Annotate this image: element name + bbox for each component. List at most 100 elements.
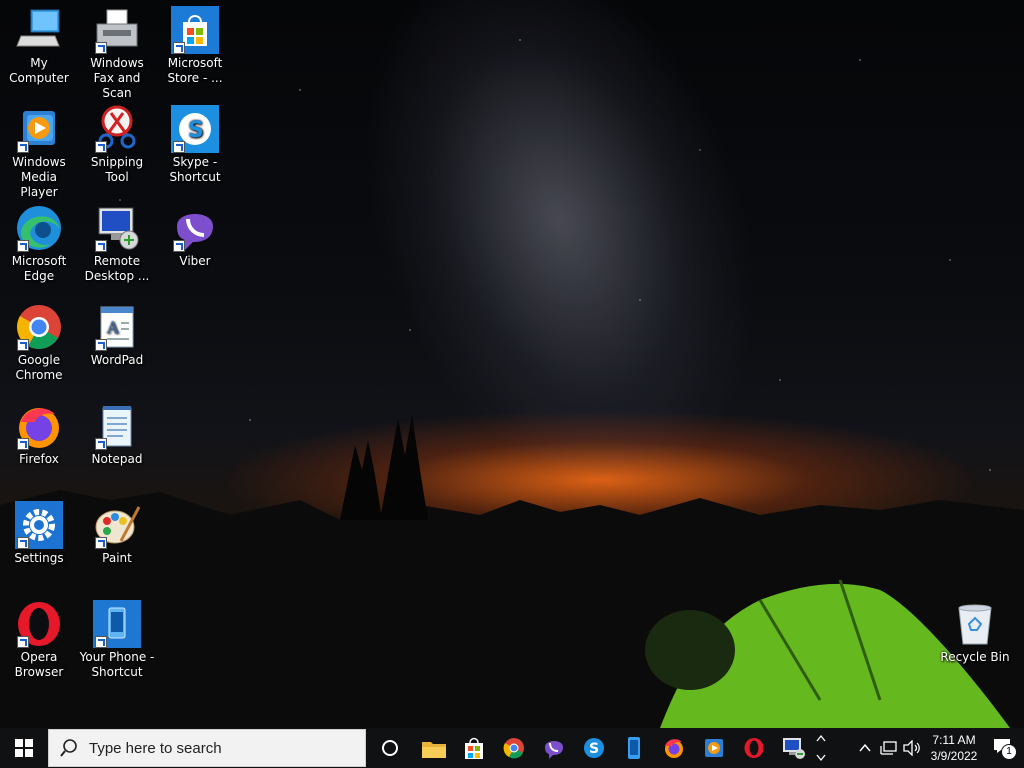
- desktop-icon-windows-fax-and-scan[interactable]: Windows Fax and Scan: [78, 6, 156, 101]
- notification-badge: 1: [1001, 744, 1017, 760]
- phone-icon: [93, 600, 141, 648]
- desktop-icon-label: Your Phone - Shortcut: [79, 650, 155, 679]
- opera-icon: [744, 738, 764, 758]
- desktop-icon-snipping-tool[interactable]: Snipping Tool: [78, 105, 156, 185]
- skype-icon: S: [171, 105, 219, 153]
- desktop-icon-label: Microsoft Edge: [11, 254, 67, 283]
- desktop-icon-firefox[interactable]: Firefox: [0, 402, 78, 467]
- desktop-icon-settings[interactable]: Settings: [0, 501, 78, 566]
- remote-desktop-icon: [93, 204, 141, 252]
- desktop-icon-label: Notepad: [91, 452, 143, 466]
- viber-icon: [171, 204, 219, 252]
- firefox-icon: [15, 402, 63, 450]
- chevron-up-icon: [859, 743, 871, 752]
- scissors-icon: [93, 105, 141, 153]
- action-center-button[interactable]: 1: [984, 728, 1024, 768]
- desktop-icon-skype[interactable]: S Skype - Shortcut: [156, 105, 234, 185]
- taskbar-microsoft-store[interactable]: [454, 728, 494, 768]
- taskbar-google-chrome[interactable]: [494, 728, 534, 768]
- desktop-icon-label: My Computer: [9, 56, 69, 85]
- network-button[interactable]: [876, 728, 900, 768]
- desktop-icon-my-computer[interactable]: My Computer: [0, 6, 78, 86]
- network-icon: [880, 741, 897, 755]
- search-icon: [49, 739, 89, 757]
- desktop-icon-label: Remote Desktop ...: [84, 254, 150, 283]
- clock-time: 7:11 AM: [932, 733, 976, 747]
- windows-logo-icon: [15, 739, 33, 757]
- file-explorer-icon: [422, 742, 446, 758]
- shortcut-arrow-icon: [173, 240, 185, 252]
- shortcut-arrow-icon: [95, 339, 107, 351]
- edge-icon: [15, 204, 63, 252]
- computer-icon: [15, 6, 63, 54]
- desktop-icon-viber[interactable]: Viber: [156, 204, 234, 269]
- up-down-arrows-icon: [816, 734, 826, 762]
- desktop[interactable]: My Computer Windows Media Player Microso…: [0, 0, 1024, 728]
- taskbar-scroll-arrows[interactable]: [814, 728, 828, 768]
- desktop-icon-google-chrome[interactable]: Google Chrome: [0, 303, 78, 383]
- store-icon: [465, 737, 483, 759]
- shortcut-arrow-icon: [95, 42, 107, 54]
- taskbar-search-box[interactable]: Type here to search: [48, 729, 366, 767]
- svg-text:A: A: [106, 318, 119, 337]
- taskbar-opera[interactable]: [734, 728, 774, 768]
- desktop-icon-notepad[interactable]: Notepad: [78, 402, 156, 467]
- start-button[interactable]: [0, 728, 48, 768]
- phone-icon: [628, 737, 640, 759]
- settings-gear-icon: [15, 501, 63, 549]
- taskbar-windows-media-player[interactable]: [694, 728, 734, 768]
- desktop-icon-paint[interactable]: Paint: [78, 501, 156, 566]
- chrome-icon: [15, 303, 63, 351]
- chrome-icon: [503, 738, 524, 759]
- taskbar-file-explorer[interactable]: [414, 728, 454, 768]
- taskbar-firefox[interactable]: [654, 728, 694, 768]
- shortcut-arrow-icon: [17, 339, 29, 351]
- svg-text:S: S: [589, 741, 599, 757]
- skype-icon: S: [584, 738, 604, 758]
- clock[interactable]: 7:11 AM 3/9/2022: [924, 732, 984, 764]
- clock-date: 3/9/2022: [930, 749, 978, 763]
- system-tray: 7:11 AM 3/9/2022 1: [854, 728, 1024, 768]
- taskbar-remote-desktop[interactable]: [774, 728, 814, 768]
- desktop-icon-label: Opera Browser: [14, 650, 64, 679]
- shortcut-arrow-icon: [95, 240, 107, 252]
- recycle-bin-icon: [951, 600, 999, 648]
- firefox-icon: [665, 739, 683, 758]
- media-player-icon: [15, 105, 63, 153]
- speaker-icon: [903, 740, 920, 756]
- desktop-icon-label: Windows Fax and Scan: [90, 56, 144, 100]
- taskbar-viber[interactable]: [534, 728, 574, 768]
- shortcut-arrow-icon: [17, 636, 29, 648]
- taskbar-skype[interactable]: S: [574, 728, 614, 768]
- wordpad-icon: A: [93, 303, 141, 351]
- shortcut-arrow-icon: [95, 141, 107, 153]
- desktop-icon-label: Snipping Tool: [90, 155, 144, 184]
- svg-text:S: S: [188, 118, 204, 143]
- desktop-icon-microsoft-store[interactable]: Microsoft Store - ...: [156, 6, 234, 86]
- desktop-icon-label: Skype - Shortcut: [169, 155, 221, 184]
- cortana-button[interactable]: [366, 728, 414, 768]
- shortcut-arrow-icon: [173, 42, 185, 54]
- taskbar-your-phone[interactable]: [614, 728, 654, 768]
- opera-icon: [15, 600, 63, 648]
- desktop-icon-label: WordPad: [90, 353, 144, 367]
- desktop-icon-opera-browser[interactable]: Opera Browser: [0, 600, 78, 680]
- desktop-icon-your-phone[interactable]: Your Phone - Shortcut: [78, 600, 156, 680]
- desktop-icon-label: Paint: [102, 551, 132, 565]
- desktop-icon-microsoft-edge[interactable]: Microsoft Edge: [0, 204, 78, 284]
- show-hidden-icons-button[interactable]: [854, 728, 876, 768]
- shortcut-arrow-icon: [95, 537, 107, 549]
- shortcut-arrow-icon: [95, 438, 107, 450]
- desktop-icon-label: Settings: [14, 551, 64, 565]
- desktop-icon-label: Recycle Bin: [940, 650, 1010, 664]
- desktop-icon-label: Windows Media Player: [12, 155, 66, 199]
- desktop-icon-wordpad[interactable]: A WordPad: [78, 303, 156, 368]
- desktop-icon-remote-desktop[interactable]: Remote Desktop ...: [78, 204, 156, 284]
- desktop-icon-windows-media-player[interactable]: Windows Media Player: [0, 105, 78, 200]
- desktop-icon-label: Microsoft Store - ...: [167, 56, 223, 85]
- desktop-icon-recycle-bin[interactable]: Recycle Bin: [936, 600, 1014, 665]
- shortcut-arrow-icon: [17, 438, 29, 450]
- search-placeholder: Type here to search: [89, 739, 222, 757]
- volume-button[interactable]: [900, 728, 924, 768]
- remote-desktop-icon: [783, 738, 805, 759]
